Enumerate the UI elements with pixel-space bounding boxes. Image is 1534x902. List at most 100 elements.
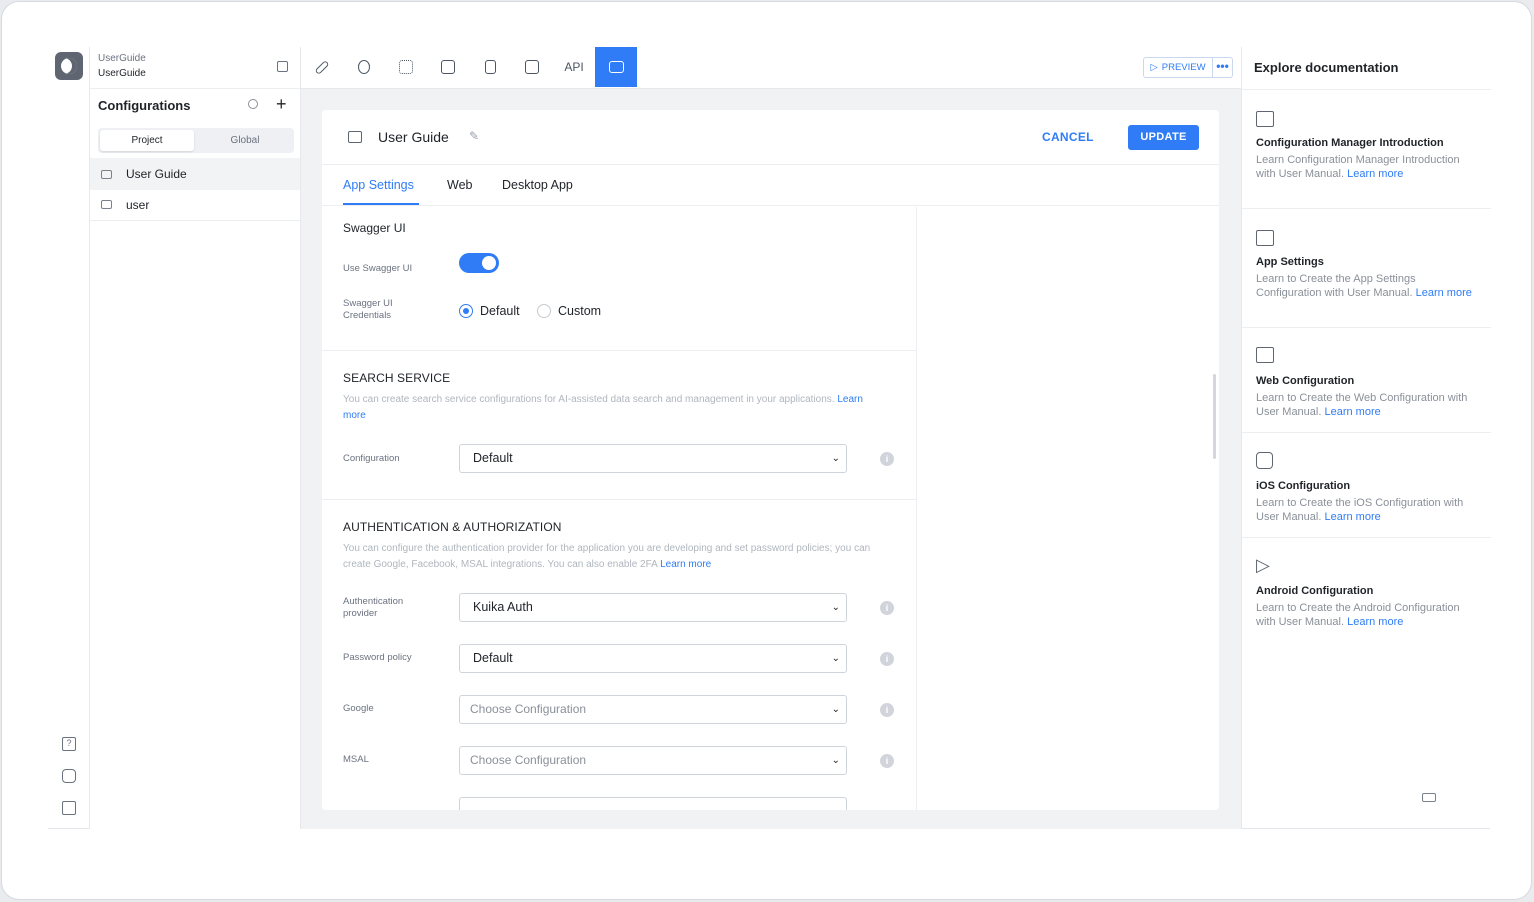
- app-window: ? UserGuide UserGuide Configurations + P…: [1, 1, 1532, 900]
- doc-card-app-settings[interactable]: App Settings Learn to Create the App Set…: [1242, 208, 1491, 327]
- section-divider: [322, 499, 917, 500]
- kuika-logo[interactable]: [55, 52, 83, 80]
- more-options-button[interactable]: •••: [1212, 57, 1233, 78]
- chat-icon[interactable]: [62, 769, 76, 783]
- docs-title: Explore documentation: [1254, 60, 1399, 75]
- info-icon[interactable]: i: [880, 452, 894, 466]
- doc-title: iOS Configuration: [1256, 480, 1351, 492]
- play-store-icon: ▷: [1256, 555, 1270, 575]
- project-name: UserGuide: [98, 53, 146, 64]
- config-window-icon: [101, 169, 112, 179]
- update-button[interactable]: UPDATE: [1128, 125, 1199, 150]
- doc-learn-more-link[interactable]: Learn more: [1347, 168, 1403, 180]
- auth-section-title: AUTHENTICATION & AUTHORIZATION: [343, 520, 562, 534]
- doc-card-config-manager[interactable]: Configuration Manager Introduction Learn…: [1242, 89, 1491, 208]
- configuration-item-label: User Guide: [126, 167, 187, 181]
- search-service-description-text: You can create search service configurat…: [343, 394, 835, 405]
- radio-default[interactable]: [459, 304, 473, 318]
- doc-card-ios[interactable]: iOS Configuration Learn to Create the iO…: [1242, 432, 1491, 537]
- doc-learn-more-link[interactable]: Learn more: [1324, 406, 1380, 418]
- config-window-icon: [101, 200, 112, 209]
- search-configuration-value: Default: [473, 451, 513, 465]
- search-configuration-select[interactable]: Default ⌄: [459, 444, 847, 473]
- auth-provider-value: Kuika Auth: [473, 600, 533, 614]
- toolbar-api[interactable]: API: [553, 47, 595, 87]
- collapse-panel-icon[interactable]: [277, 61, 288, 72]
- auth-provider-label: Authentication provider: [343, 596, 404, 619]
- tab-global[interactable]: Global: [198, 130, 292, 151]
- calendar-icon: [525, 60, 539, 74]
- doc-learn-more-link[interactable]: Learn more: [1416, 287, 1472, 299]
- chevron-down-icon: ⌄: [831, 602, 840, 613]
- next-config-select[interactable]: [459, 797, 847, 810]
- scope-toggle: Project Global: [98, 128, 294, 153]
- auth-provider-select[interactable]: Kuika Auth ⌄: [459, 593, 847, 622]
- cancel-button[interactable]: CANCEL: [1042, 124, 1094, 150]
- radio-custom[interactable]: [537, 304, 551, 318]
- config-window-icon: [1256, 111, 1274, 127]
- preview-area: [918, 207, 1212, 810]
- doc-title: App Settings: [1256, 256, 1324, 268]
- configuration-card: User Guide ✎ CANCEL UPDATE App Settings …: [322, 110, 1219, 810]
- auth-description-text: You can configure the authentication pro…: [343, 543, 871, 570]
- password-policy-select[interactable]: Default ⌄: [459, 644, 847, 673]
- search-configuration-label: Configuration: [343, 453, 400, 464]
- pen-icon: [314, 59, 330, 75]
- radio-default-label: Default: [480, 304, 520, 318]
- toolbar-messages[interactable]: [427, 47, 469, 87]
- configuration-item-user[interactable]: user: [90, 189, 300, 221]
- edit-name-icon[interactable]: ✎: [469, 129, 479, 143]
- chevron-down-icon: ⌄: [831, 704, 840, 715]
- toolbar-documents[interactable]: [469, 47, 511, 87]
- api-label: API: [564, 60, 584, 74]
- book-icon[interactable]: [62, 801, 76, 815]
- toolbar-scheduler[interactable]: [511, 47, 553, 87]
- doc-learn-more-link[interactable]: Learn more: [1347, 616, 1403, 628]
- doc-description: Learn to Create the App Settings Configu…: [1256, 272, 1481, 301]
- play-icon: ▷: [1150, 62, 1158, 73]
- keyboard-shortcuts-icon[interactable]: [1422, 793, 1436, 802]
- doc-description: Learn to Create the iOS Configuration wi…: [1256, 496, 1481, 525]
- auth-learn-more-link[interactable]: Learn more: [660, 559, 711, 570]
- doc-title: Android Configuration: [1256, 585, 1374, 597]
- chevron-down-icon: ⌄: [831, 755, 840, 766]
- password-policy-label: Password policy: [343, 652, 412, 663]
- doc-title: Configuration Manager Introduction: [1256, 137, 1444, 149]
- doc-description: Learn Configuration Manager Introduction…: [1256, 153, 1481, 182]
- doc-description: Learn to Create the Web Configuration wi…: [1256, 391, 1481, 420]
- preview-button[interactable]: ▷ PREVIEW: [1143, 57, 1213, 78]
- doc-card-web[interactable]: Web Configuration Learn to Create the We…: [1242, 327, 1491, 432]
- editor-canvas: User Guide ✎ CANCEL UPDATE App Settings …: [301, 89, 1241, 829]
- use-swagger-label: Use Swagger UI: [343, 263, 413, 274]
- tab-web[interactable]: Web: [447, 178, 472, 192]
- toolbar-design[interactable]: [301, 47, 343, 87]
- password-policy-value: Default: [473, 651, 513, 665]
- tab-app-settings[interactable]: App Settings: [343, 178, 414, 192]
- help-icon[interactable]: ?: [62, 737, 76, 751]
- google-label: Google: [343, 703, 374, 714]
- tab-project[interactable]: Project: [100, 130, 194, 151]
- project-subname: UserGuide: [98, 68, 146, 79]
- toolbar-workflow[interactable]: [385, 47, 427, 87]
- configuration-item-user-guide[interactable]: User Guide: [90, 158, 300, 190]
- info-icon[interactable]: i: [880, 652, 894, 666]
- toolbar-configuration[interactable]: [595, 47, 637, 87]
- tab-desktop-app[interactable]: Desktop App: [502, 178, 573, 192]
- info-icon[interactable]: i: [880, 601, 894, 615]
- vertical-scrollbar[interactable]: [1213, 374, 1216, 459]
- info-icon[interactable]: i: [880, 703, 894, 717]
- settings-tabs: App Settings Web Desktop App: [322, 165, 1219, 206]
- configurations-title: Configurations: [98, 98, 191, 113]
- use-swagger-toggle[interactable]: [459, 253, 499, 273]
- search-service-description: You can create search service configurat…: [343, 392, 873, 424]
- google-config-select[interactable]: Choose Configuration ⌄: [459, 695, 847, 724]
- doc-learn-more-link[interactable]: Learn more: [1324, 511, 1380, 523]
- web-grid-icon: [1256, 347, 1274, 363]
- msal-config-placeholder: Choose Configuration: [470, 753, 587, 767]
- search-icon[interactable]: [248, 99, 258, 109]
- msal-config-select[interactable]: Choose Configuration ⌄: [459, 746, 847, 775]
- info-icon[interactable]: i: [880, 754, 894, 768]
- add-configuration-icon[interactable]: +: [276, 95, 287, 113]
- doc-card-android[interactable]: ▷ Android Configuration Learn to Create …: [1242, 537, 1491, 656]
- toolbar-data[interactable]: [343, 47, 385, 87]
